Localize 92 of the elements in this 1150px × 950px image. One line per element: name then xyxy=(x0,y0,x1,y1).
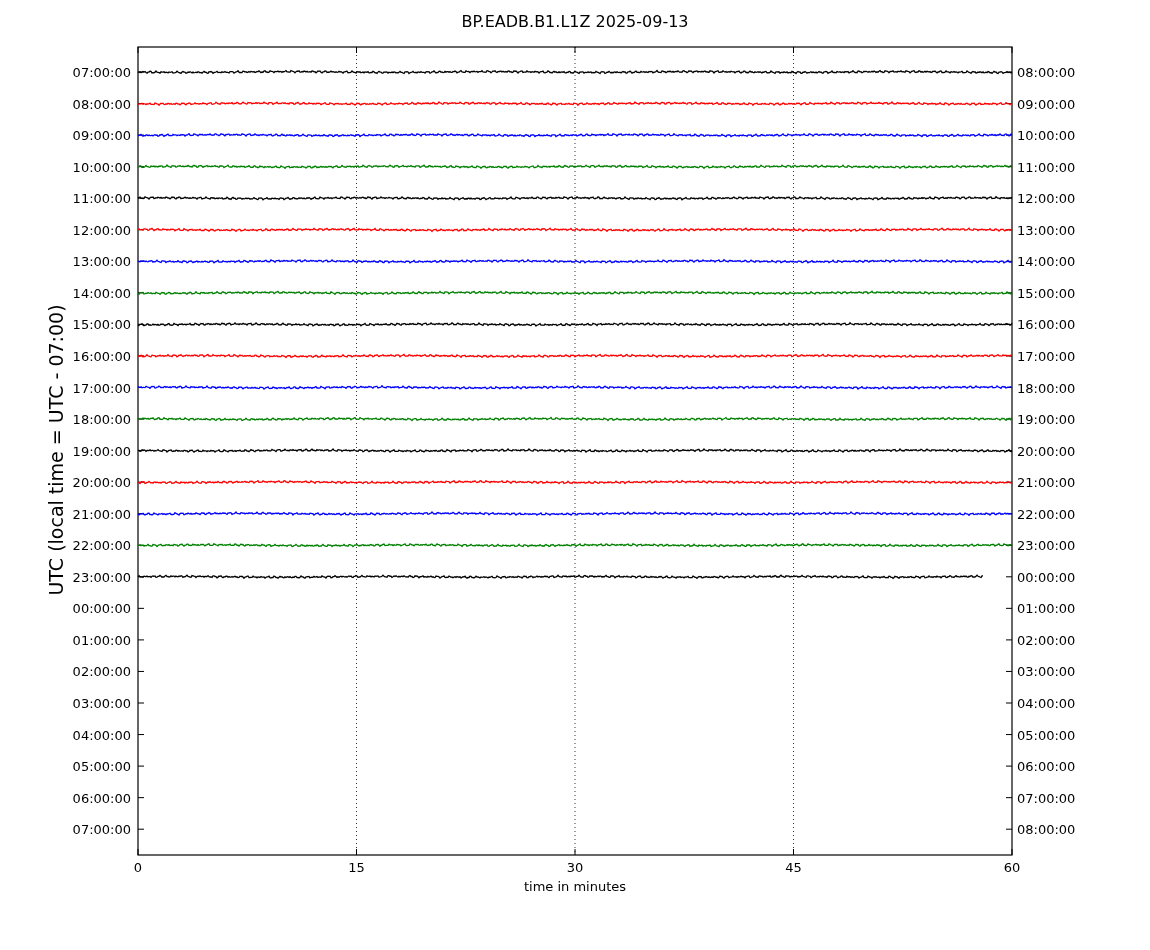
left-time-label: 11:00:00 xyxy=(72,191,131,207)
tick-mark xyxy=(356,46,357,54)
tick-mark xyxy=(1005,576,1013,578)
tick-mark xyxy=(1005,702,1013,704)
tick-mark xyxy=(1005,734,1013,736)
left-time-label: 20:00:00 xyxy=(72,475,131,491)
right-time-label: 17:00:00 xyxy=(1017,348,1076,364)
right-time-label: 01:00:00 xyxy=(1017,601,1076,617)
right-time-label: 15:00:00 xyxy=(1017,285,1076,301)
right-time-label: 19:00:00 xyxy=(1017,412,1076,428)
left-time-label: 22:00:00 xyxy=(72,538,131,554)
left-time-label: 13:00:00 xyxy=(72,254,131,270)
tick-mark xyxy=(137,134,145,136)
right-time-label: 00:00:00 xyxy=(1017,569,1076,585)
left-time-label: 08:00:00 xyxy=(72,96,131,112)
left-time-label: 21:00:00 xyxy=(72,506,131,522)
right-time-label: 02:00:00 xyxy=(1017,632,1076,648)
tick-mark xyxy=(137,292,145,294)
tick-mark xyxy=(1005,828,1013,830)
right-time-label: 12:00:00 xyxy=(1017,191,1076,207)
right-time-label: 14:00:00 xyxy=(1017,254,1076,270)
tick-mark xyxy=(137,323,145,325)
left-time-label: 04:00:00 xyxy=(72,727,131,743)
right-time-label: 08:00:00 xyxy=(1017,65,1076,80)
tick-mark xyxy=(137,848,139,856)
left-time-label: 16:00:00 xyxy=(72,348,131,364)
left-time-label: 23:00:00 xyxy=(72,569,131,585)
tick-mark xyxy=(574,46,576,54)
left-time-label: 00:00:00 xyxy=(72,601,131,617)
left-time-label: 19:00:00 xyxy=(72,443,131,459)
right-time-label: 20:00:00 xyxy=(1017,443,1076,459)
tick-mark xyxy=(793,46,794,54)
tick-mark xyxy=(137,639,145,641)
left-time-label: 05:00:00 xyxy=(72,759,131,775)
left-time-label: 03:00:00 xyxy=(72,696,131,711)
left-time-label: 01:00:00 xyxy=(72,632,131,648)
right-time-label: 07:00:00 xyxy=(1017,790,1076,806)
right-time-label: 21:00:00 xyxy=(1017,475,1076,491)
right-time-label: 06:00:00 xyxy=(1017,759,1076,775)
tick-mark xyxy=(1005,765,1013,767)
tick-mark xyxy=(1005,418,1013,420)
tick-mark xyxy=(137,418,145,420)
tick-mark xyxy=(137,670,145,672)
tick-mark xyxy=(1005,355,1013,357)
left-time-label: 06:00:00 xyxy=(72,790,131,806)
left-time-label: 12:00:00 xyxy=(72,222,131,238)
left-time-label: 15:00:00 xyxy=(72,317,131,333)
tick-mark xyxy=(137,734,145,736)
left-time-label: 02:00:00 xyxy=(72,664,131,680)
right-time-label: 16:00:00 xyxy=(1017,317,1076,333)
tick-mark xyxy=(137,46,139,54)
x-axis-label: time in minutes xyxy=(523,879,627,894)
tick-mark xyxy=(137,765,145,767)
right-time-label: 05:00:00 xyxy=(1017,727,1076,743)
tick-mark xyxy=(1005,797,1013,799)
left-time-label: 14:00:00 xyxy=(72,285,131,301)
x-tick-label: 45 xyxy=(785,860,802,875)
tick-mark xyxy=(1011,848,1013,856)
x-tick-label: 30 xyxy=(566,860,584,875)
right-time-label: 11:00:00 xyxy=(1017,159,1076,175)
tick-mark xyxy=(137,797,145,799)
left-time-label: 07:00:00 xyxy=(72,822,131,838)
y-axis-label: UTC (local time = UTC - 07:00) xyxy=(45,304,67,596)
tick-mark xyxy=(1005,71,1013,73)
tick-mark xyxy=(1005,639,1013,641)
tick-mark xyxy=(1005,292,1013,294)
tick-mark xyxy=(137,607,145,609)
right-time-label: 04:00:00 xyxy=(1017,696,1076,711)
x-tick-label: 15 xyxy=(348,860,365,875)
right-time-label: 03:00:00 xyxy=(1017,664,1076,680)
left-time-label: 07:00:00 xyxy=(72,65,131,80)
tick-mark xyxy=(1005,670,1013,672)
tick-mark xyxy=(1005,450,1013,452)
right-time-label: 22:00:00 xyxy=(1017,506,1076,522)
left-time-label: 18:00:00 xyxy=(72,412,131,428)
x-tick-label: 60 xyxy=(1003,860,1021,875)
tick-mark xyxy=(1005,607,1013,609)
chart-title: BP.EADB.B1.L1Z 2025-09-13 xyxy=(461,12,689,31)
tick-mark xyxy=(1011,46,1013,54)
tick-mark xyxy=(137,702,145,704)
right-time-label: 13:00:00 xyxy=(1017,222,1076,238)
left-time-label: 17:00:00 xyxy=(72,380,131,396)
right-time-label: 10:00:00 xyxy=(1017,128,1076,144)
left-time-label: 10:00:00 xyxy=(72,159,131,175)
tick-mark xyxy=(1005,134,1013,136)
left-time-label: 09:00:00 xyxy=(72,128,131,144)
tick-mark xyxy=(137,828,145,830)
right-time-label: 23:00:00 xyxy=(1017,538,1076,554)
right-time-label: 08:00:00 xyxy=(1017,822,1076,838)
right-time-label: 09:00:00 xyxy=(1017,96,1076,112)
x-tick-label: 0 xyxy=(133,860,143,875)
right-time-label: 18:00:00 xyxy=(1017,380,1076,396)
